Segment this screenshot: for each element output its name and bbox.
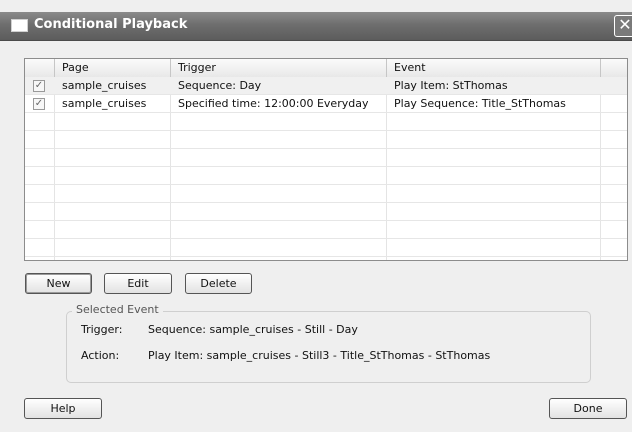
cell-trigger: Sequence: Day bbox=[178, 79, 262, 92]
action-value: Play Item: sample_cruises - Still3 - Tit… bbox=[148, 349, 491, 362]
empty-row bbox=[25, 239, 627, 257]
selected-event-group bbox=[66, 311, 591, 383]
empty-row bbox=[25, 149, 627, 167]
trigger-value: Sequence: sample_cruises - Still - Day bbox=[148, 323, 358, 336]
action-label: Action: bbox=[81, 349, 120, 362]
title-bar[interactable]: Conditional Playback ✕ bbox=[0, 12, 632, 41]
cell-trigger: Specified time: 12:00:00 Everyday bbox=[178, 97, 369, 110]
empty-row bbox=[25, 167, 627, 185]
table-row[interactable]: ✓ sample_cruises Sequence: Day Play Item… bbox=[25, 77, 627, 95]
cell-page: sample_cruises bbox=[62, 79, 147, 92]
cell-event: Play Item: StThomas bbox=[394, 79, 508, 92]
column-header-event[interactable]: Event bbox=[387, 59, 601, 77]
dialog-window: Conditional Playback ✕ Page Trigger Even… bbox=[0, 0, 632, 432]
column-header-page[interactable]: Page bbox=[55, 59, 171, 77]
checkbox-checked-icon[interactable]: ✓ bbox=[33, 80, 45, 92]
cell-event: Play Sequence: Title_StThomas bbox=[394, 97, 566, 110]
empty-row bbox=[25, 113, 627, 131]
done-button[interactable]: Done bbox=[549, 398, 627, 419]
rules-table: Page Trigger Event ✓ sample_cruises Sequ… bbox=[24, 58, 628, 261]
help-button[interactable]: Help bbox=[24, 398, 102, 419]
column-header-trigger[interactable]: Trigger bbox=[171, 59, 387, 77]
empty-row bbox=[25, 203, 627, 221]
new-button[interactable]: New bbox=[25, 273, 92, 294]
selected-event-legend: Selected Event bbox=[72, 303, 163, 316]
trigger-label: Trigger: bbox=[81, 323, 123, 336]
column-header-check bbox=[25, 59, 55, 77]
table-header: Page Trigger Event bbox=[25, 59, 627, 78]
empty-row bbox=[25, 185, 627, 203]
cell-page: sample_cruises bbox=[62, 97, 147, 110]
close-icon[interactable]: ✕ bbox=[614, 15, 632, 37]
table-row[interactable]: ✓ sample_cruises Specified time: 12:00:0… bbox=[25, 95, 627, 113]
window-icon bbox=[11, 19, 28, 32]
delete-button[interactable]: Delete bbox=[185, 273, 252, 294]
empty-row bbox=[25, 131, 627, 149]
edit-button[interactable]: Edit bbox=[104, 273, 172, 294]
window-title: Conditional Playback bbox=[34, 17, 188, 32]
checkbox-checked-icon[interactable]: ✓ bbox=[33, 98, 45, 110]
empty-row bbox=[25, 221, 627, 239]
